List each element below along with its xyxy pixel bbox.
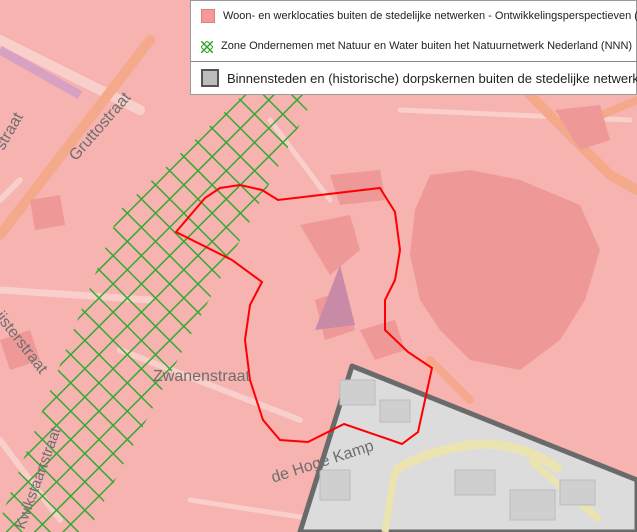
legend-item-binnensteden: Binnensteden en (historische) dorpskerne… (191, 63, 637, 93)
legend-item-natuur-water: Zone Ondernemen met Natuur en Water buit… (191, 33, 637, 59)
legend-label-natuur-water: Zone Ondernemen met Natuur en Water buit… (221, 40, 633, 52)
hatch-swatch-icon (200, 40, 214, 54)
legend-label-binnensteden: Binnensteden en (historische) dorpskerne… (227, 70, 637, 86)
grey-swatch-icon (201, 69, 219, 87)
map-legend: Woon- en werklocaties buiten de stedelij… (190, 0, 637, 95)
legend-divider (191, 61, 637, 62)
legend-item-woon-werklocaties: Woon- en werklocaties buiten de stedelij… (191, 3, 637, 29)
street-label-zwanenstraat: Zwanenstraat (153, 368, 250, 385)
pink-swatch-icon (201, 9, 215, 23)
legend-label-woon-werklocaties: Woon- en werklocaties buiten de stedelij… (223, 10, 637, 22)
